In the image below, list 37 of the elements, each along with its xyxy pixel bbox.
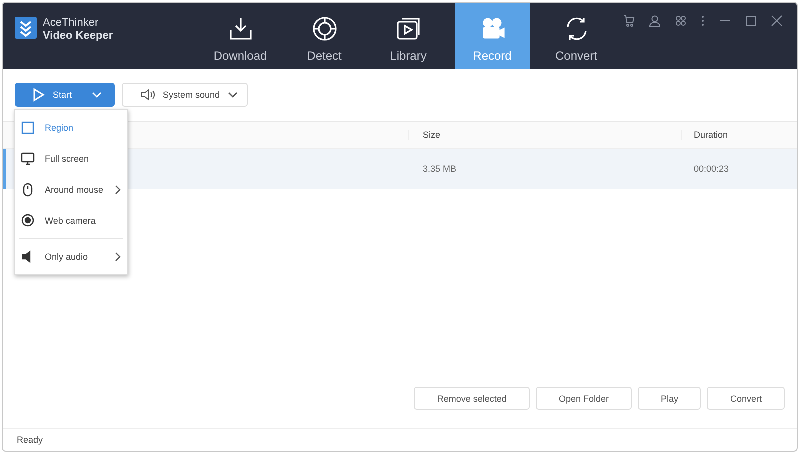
more-icon[interactable] <box>701 15 705 27</box>
menu-item[interactable]: Region <box>15 112 127 143</box>
column-header[interactable]: Size <box>408 130 681 140</box>
play-icon <box>33 88 45 102</box>
maximize-icon[interactable] <box>745 15 757 27</box>
nav-tab[interactable]: Library <box>371 3 446 69</box>
cart-icon[interactable] <box>623 15 635 27</box>
action-button[interactable]: Remove selected <box>414 387 530 410</box>
table-cell-text: 00:00:23 <box>693 164 730 174</box>
user-icon[interactable] <box>649 15 661 27</box>
webcam-icon <box>21 214 35 228</box>
library-icon <box>394 15 422 43</box>
column-header[interactable]: Duration <box>681 130 728 140</box>
audio-source-dropdown[interactable]: System sound <box>122 83 248 107</box>
action-button[interactable]: Open Folder <box>536 387 632 410</box>
chevron-down-icon <box>92 92 102 98</box>
menu-item[interactable]: Web camera <box>15 205 127 236</box>
region-icon <box>21 120 35 134</box>
target-icon <box>310 15 338 43</box>
menu-item[interactable]: Only audio <box>15 241 127 272</box>
logo-icon <box>15 17 37 39</box>
nav-tab[interactable]: Download <box>203 3 278 69</box>
action-button[interactable]: Convert <box>707 387 785 410</box>
product-name: Video Keeper <box>43 30 114 43</box>
grid-icon[interactable] <box>675 15 687 27</box>
nav-tab[interactable]: Detect <box>287 3 362 69</box>
start-button[interactable]: Start <box>15 83 115 107</box>
chevron-down-icon <box>228 92 238 98</box>
action-button[interactable]: Play <box>638 387 702 410</box>
close-icon[interactable] <box>771 15 783 27</box>
nav-tab[interactable]: Convert <box>539 3 614 69</box>
speaker-icon <box>141 89 155 101</box>
mouse-icon <box>21 182 35 196</box>
table-cell-text: 3.35 MB <box>422 164 458 174</box>
status-text: Ready <box>17 435 44 445</box>
brand-name: AceThinker <box>43 17 100 30</box>
monitor-icon <box>21 152 35 166</box>
